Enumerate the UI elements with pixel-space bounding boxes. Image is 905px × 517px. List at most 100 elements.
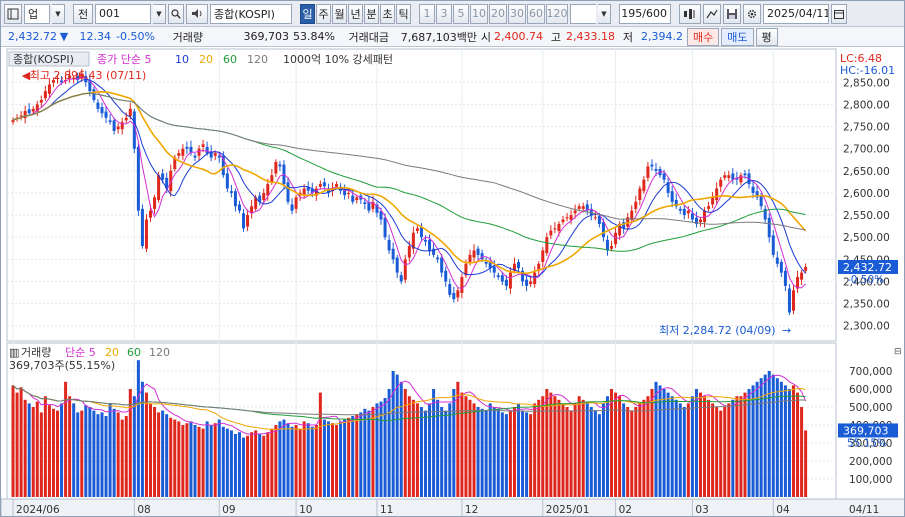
sell-button[interactable]: 매도: [721, 27, 754, 46]
candle-body: [678, 208, 682, 211]
draw-line-icon[interactable]: [703, 3, 721, 24]
settings-gear-icon[interactable]: [743, 3, 761, 24]
speaker-icon[interactable]: [186, 3, 208, 24]
candle-body: [783, 270, 787, 286]
volume-bar: [703, 396, 707, 497]
volume-bar: [205, 421, 209, 497]
volume-bar: [254, 430, 258, 497]
candle-body: [104, 111, 108, 118]
stock-code-value: 001: [99, 7, 120, 20]
price-tick-label: 2,350.00: [843, 299, 890, 311]
chart-menu-icon[interactable]: [4, 3, 22, 24]
candle-body: [39, 99, 43, 103]
interval-button-5[interactable]: 5: [453, 3, 469, 24]
candle-body: [355, 197, 359, 201]
candle-body: [492, 266, 496, 273]
eval-button[interactable]: 평: [755, 27, 778, 46]
candle-body: [286, 182, 290, 202]
volume-bar: [634, 407, 638, 497]
volume-bar: [136, 360, 140, 497]
volume-bar: [787, 389, 791, 497]
candle-body: [161, 173, 165, 180]
price-panel-frame: [6, 48, 837, 342]
candle-body: [610, 246, 614, 249]
volume-bar: [533, 403, 537, 497]
candle-body: [233, 191, 237, 207]
volume-ratio: 53.84%: [293, 30, 335, 43]
volume-bar: [436, 399, 440, 497]
interval-button-60[interactable]: 60: [527, 3, 545, 24]
volume-bar: [804, 430, 808, 497]
volume-bar: [601, 403, 605, 497]
volume-bar: [318, 392, 322, 497]
chart-canvas[interactable]: 2,300.002,350.002,400.002,450.002,500.00…: [1, 47, 905, 517]
volume-bar: [715, 407, 719, 497]
volume-bar: [237, 432, 241, 497]
interval-custom-input[interactable]: [570, 3, 596, 24]
volume-bar: [727, 403, 731, 497]
candle-body: [157, 175, 161, 201]
save-icon[interactable]: [723, 3, 741, 24]
interval-button-20[interactable]: 20: [489, 3, 507, 24]
volume-bar: [743, 392, 747, 497]
stock-code-input[interactable]: 001: [95, 3, 151, 24]
candle-body: [541, 250, 545, 262]
candle-body: [153, 197, 157, 209]
candle-body: [581, 206, 585, 209]
interval-button-120[interactable]: 120: [546, 3, 568, 24]
period-tab-0[interactable]: 일: [300, 3, 315, 24]
volume-bar: [593, 410, 597, 497]
interval-buttons: 1 3 5 10 20 30 60 120: [419, 3, 568, 24]
candle-body: [144, 219, 148, 249]
volume-bar: [298, 428, 302, 497]
volume-bar: [367, 410, 371, 497]
period-tab-2[interactable]: 월: [332, 3, 347, 24]
buy-button[interactable]: 매수: [687, 27, 720, 46]
period-all-button[interactable]: 전: [73, 3, 93, 24]
volume-bar: [181, 425, 185, 497]
volume-bar: [35, 401, 39, 497]
volume-bar: [335, 425, 339, 497]
open-label: 시: [480, 30, 491, 44]
date-input[interactable]: 2025/04/11: [763, 3, 829, 24]
open-value: 2,400.74: [494, 30, 543, 43]
volume-bar: [707, 399, 711, 497]
crosshair-icon[interactable]: [679, 3, 701, 24]
period-tab-3[interactable]: 년: [348, 3, 363, 24]
volume-bar: [561, 403, 565, 497]
stock-name-field[interactable]: 종합(KOSPI): [210, 3, 292, 24]
interval-dropdown-icon[interactable]: ▼: [598, 3, 611, 24]
volume-bar: [258, 434, 262, 497]
candle-body: [19, 115, 23, 117]
chart-area[interactable]: 2,300.002,350.002,400.002,450.002,500.00…: [1, 47, 905, 517]
search-icon[interactable]: [168, 3, 184, 24]
interval-button-3[interactable]: 3: [436, 3, 452, 24]
candle-body: [448, 284, 452, 295]
market-type-dropdown-icon[interactable]: ▼: [52, 3, 65, 24]
candle-body: [415, 228, 419, 231]
volume-bar: [290, 426, 294, 497]
candle-body: [201, 144, 205, 147]
volume-bar: [735, 396, 739, 497]
interval-button-1[interactable]: 1: [419, 3, 435, 24]
interval-button-30[interactable]: 30: [508, 3, 526, 24]
period-tab-6[interactable]: 틱: [396, 3, 411, 24]
date-label: 02: [619, 504, 632, 516]
period-tab-4[interactable]: 분: [364, 3, 379, 24]
interval-button-10[interactable]: 10: [470, 3, 488, 24]
period-tab-5[interactable]: 초: [380, 3, 395, 24]
period-tab-1[interactable]: 주: [316, 3, 331, 24]
market-type-select[interactable]: 업: [24, 3, 50, 24]
buy-button-label: 매수: [693, 30, 714, 44]
volume-bar: [330, 423, 334, 497]
stock-code-dropdown-icon[interactable]: ▼: [153, 3, 166, 24]
calendar-icon[interactable]: [831, 3, 847, 24]
data-count-field[interactable]: 195/600: [619, 3, 671, 24]
candle-body: [387, 239, 391, 251]
candle-body: [213, 153, 217, 156]
volume-bar: [189, 421, 193, 497]
volume-bar: [64, 381, 68, 497]
volume-bar: [751, 385, 755, 497]
price-tick-label: 2,550.00: [843, 210, 890, 222]
candle-body: [707, 206, 711, 209]
